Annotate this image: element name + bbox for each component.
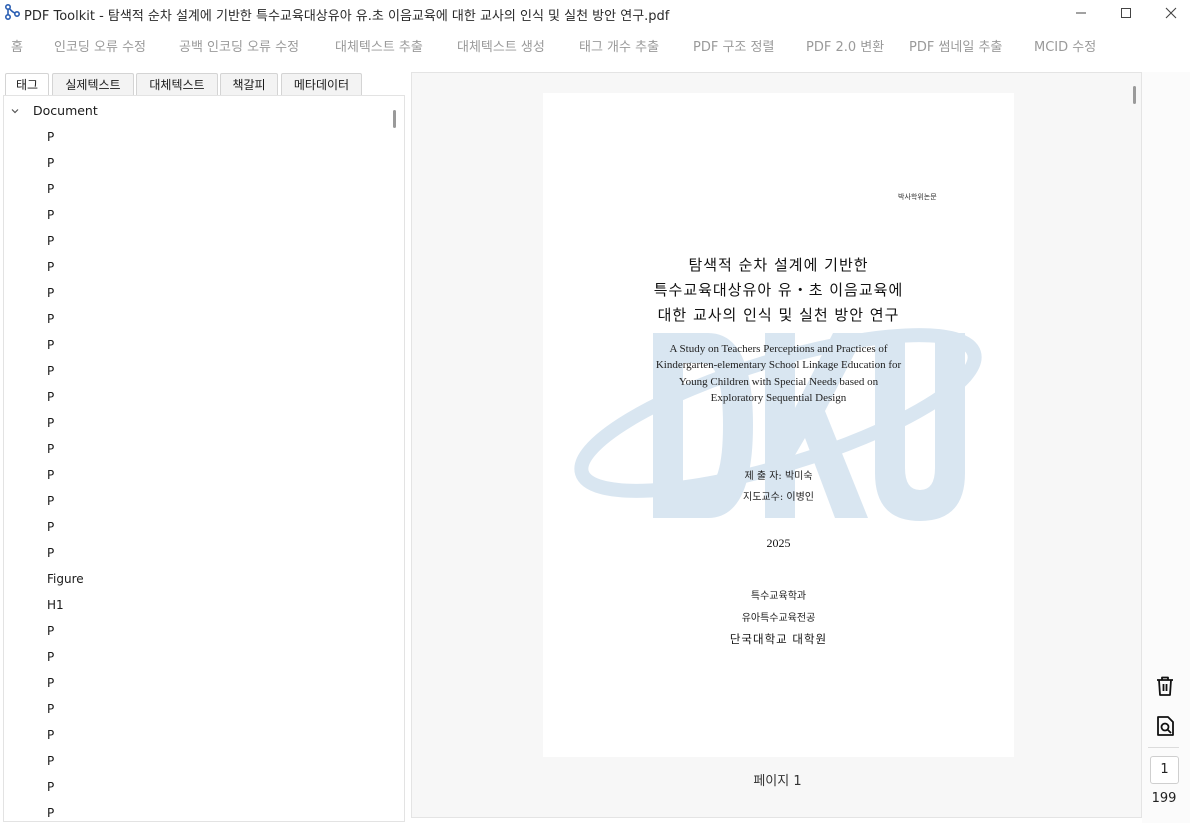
author: 제 출 자: 박미숙 bbox=[744, 471, 813, 482]
chevron-down-icon[interactable] bbox=[10, 106, 20, 116]
toolbar-divider bbox=[1148, 747, 1179, 748]
korean-title-line-2: 특수교육대상유아 유・초 이음교육에 bbox=[653, 281, 904, 299]
tab-tags[interactable]: 태그 bbox=[5, 73, 49, 95]
right-toolbar: 1 199 bbox=[1142, 72, 1190, 823]
tab-actual-text[interactable]: 실제텍스트 bbox=[52, 73, 134, 95]
page-caption: 페이지 1 bbox=[753, 774, 802, 789]
menu-extract-thumbnail[interactable]: PDF 썸네일 추출 bbox=[909, 36, 1002, 55]
tree-item[interactable]: P bbox=[47, 777, 54, 797]
menu-extract-alt-text[interactable]: 대체텍스트 추출 bbox=[335, 36, 423, 55]
tab-bookmarks[interactable]: 책갈피 bbox=[220, 73, 278, 95]
tree-item[interactable]: P bbox=[47, 361, 54, 381]
search-document-button[interactable] bbox=[1152, 713, 1178, 739]
tree-item[interactable]: P bbox=[47, 153, 54, 173]
tree-item[interactable]: P bbox=[47, 179, 54, 199]
tree-item[interactable]: P bbox=[47, 803, 54, 821]
trash-icon bbox=[1157, 676, 1173, 696]
watermark-logo bbox=[574, 328, 982, 521]
tree-item[interactable]: P bbox=[47, 413, 54, 433]
delete-button[interactable] bbox=[1152, 673, 1178, 699]
tree-item[interactable]: P bbox=[47, 751, 54, 771]
tab-metadata[interactable]: 메타데이터 bbox=[281, 73, 362, 95]
tree-item[interactable]: P bbox=[47, 205, 54, 225]
department: 특수교육학과 bbox=[750, 591, 807, 602]
tree-item[interactable]: P bbox=[47, 231, 54, 251]
menu-sort-structure[interactable]: PDF 구조 정렬 bbox=[693, 36, 774, 55]
menu-fix-encoding[interactable]: 인코딩 오류 수정 bbox=[54, 36, 146, 55]
tree-item[interactable]: P bbox=[47, 257, 54, 277]
tree-item[interactable]: P bbox=[47, 387, 54, 407]
tree-item[interactable]: P bbox=[47, 621, 54, 641]
tree-item[interactable]: P bbox=[47, 127, 54, 147]
maximize-icon bbox=[1121, 7, 1131, 18]
tree-item[interactable]: P bbox=[47, 517, 54, 537]
tree-item[interactable]: H1 bbox=[47, 595, 64, 615]
tree-item[interactable]: P bbox=[47, 673, 54, 693]
korean-title-line-1: 탐색적 순차 설계에 기반한 bbox=[688, 256, 869, 274]
tree-root-node[interactable]: Document bbox=[4, 102, 304, 122]
tag-tree: Document P P P P P P P P P P P P P P P P P Figure H1 P P P P P P… bbox=[3, 95, 405, 822]
tree-item[interactable]: P bbox=[47, 543, 54, 563]
maximize-button[interactable] bbox=[1103, 0, 1149, 25]
year: 2025 bbox=[766, 536, 791, 550]
menu-fix-space-encoding[interactable]: 공백 인코딩 오류 수정 bbox=[179, 36, 299, 55]
tree-item[interactable]: P bbox=[47, 309, 54, 329]
tree-scrollbar[interactable] bbox=[393, 110, 396, 128]
korean-title-line-3: 대한 교사의 인식 및 실천 방안 연구 bbox=[657, 306, 900, 324]
menu-home[interactable]: 홈 bbox=[11, 36, 23, 55]
tree-item[interactable]: P bbox=[47, 335, 54, 355]
university: 단국대학교 대학원 bbox=[729, 632, 828, 646]
tree-item[interactable]: P bbox=[47, 283, 54, 303]
tree-item[interactable]: P bbox=[47, 439, 54, 459]
pdf-page: 박사학위논문 탐색적 순차 설계에 기반한 특수교육대상유아 유・초 이음교육에… bbox=[543, 93, 1014, 757]
menu-count-tags[interactable]: 태그 개수 추출 bbox=[579, 36, 659, 55]
left-panel: 태그 실제텍스트 대체텍스트 책갈피 메타데이터 Document PPPPPP… bbox=[0, 72, 405, 823]
menu-fix-mcid[interactable]: MCID 수정 bbox=[1034, 36, 1096, 55]
tab-alt-text[interactable]: 대체텍스트 bbox=[136, 73, 218, 95]
tree-item[interactable]: P bbox=[47, 725, 54, 745]
page-total: 199 bbox=[1151, 791, 1177, 806]
page-number-input[interactable]: 1 bbox=[1150, 756, 1179, 784]
tree-root-label: Document bbox=[33, 103, 98, 118]
document-viewer[interactable]: 박사학위논문 탐색적 순차 설계에 기반한 특수교육대상유아 유・초 이음교육에… bbox=[411, 72, 1142, 818]
window-title: PDF Toolkit - 탐색적 순차 설계에 기반한 특수교육대상유아 유.… bbox=[24, 9, 670, 24]
menu-generate-alt-text[interactable]: 대체텍스트 생성 bbox=[457, 36, 545, 55]
minimize-button[interactable] bbox=[1058, 0, 1104, 25]
tree-item[interactable]: Figure bbox=[47, 569, 84, 589]
tree-item[interactable]: P bbox=[47, 465, 54, 485]
major: 유아특수교육전공 bbox=[741, 613, 816, 624]
english-title-line-3: Young Children with Special Needs based … bbox=[678, 376, 879, 388]
app-logo-icon bbox=[5, 4, 20, 20]
menu-pdf2-convert[interactable]: PDF 2.0 변환 bbox=[806, 36, 884, 55]
minimize-icon bbox=[1076, 12, 1086, 13]
english-title-line-1: A Study on Teachers Perceptions and Prac… bbox=[669, 343, 888, 355]
english-title-line-2: Kindergarten-elementary School Linkage E… bbox=[655, 359, 902, 371]
close-icon bbox=[1165, 7, 1177, 18]
degree-label: 박사학위논문 bbox=[898, 193, 937, 201]
advisor: 지도교수: 이병인 bbox=[743, 492, 814, 503]
tree-item[interactable]: P bbox=[47, 647, 54, 667]
menu-bar: 홈 인코딩 오류 수정 공백 인코딩 오류 수정 대체텍스트 추출 대체텍스트 … bbox=[0, 27, 1190, 61]
viewer-scrollbar[interactable] bbox=[1133, 86, 1136, 104]
tree-item[interactable]: P bbox=[47, 699, 54, 719]
tree-item[interactable]: P bbox=[47, 491, 54, 511]
close-button[interactable] bbox=[1148, 0, 1190, 25]
document-search-icon bbox=[1157, 716, 1174, 736]
english-title-line-4: Exploratory Sequential Design bbox=[710, 392, 847, 404]
title-bar: PDF Toolkit - 탐색적 순차 설계에 기반한 특수교육대상유아 유.… bbox=[0, 0, 1190, 25]
